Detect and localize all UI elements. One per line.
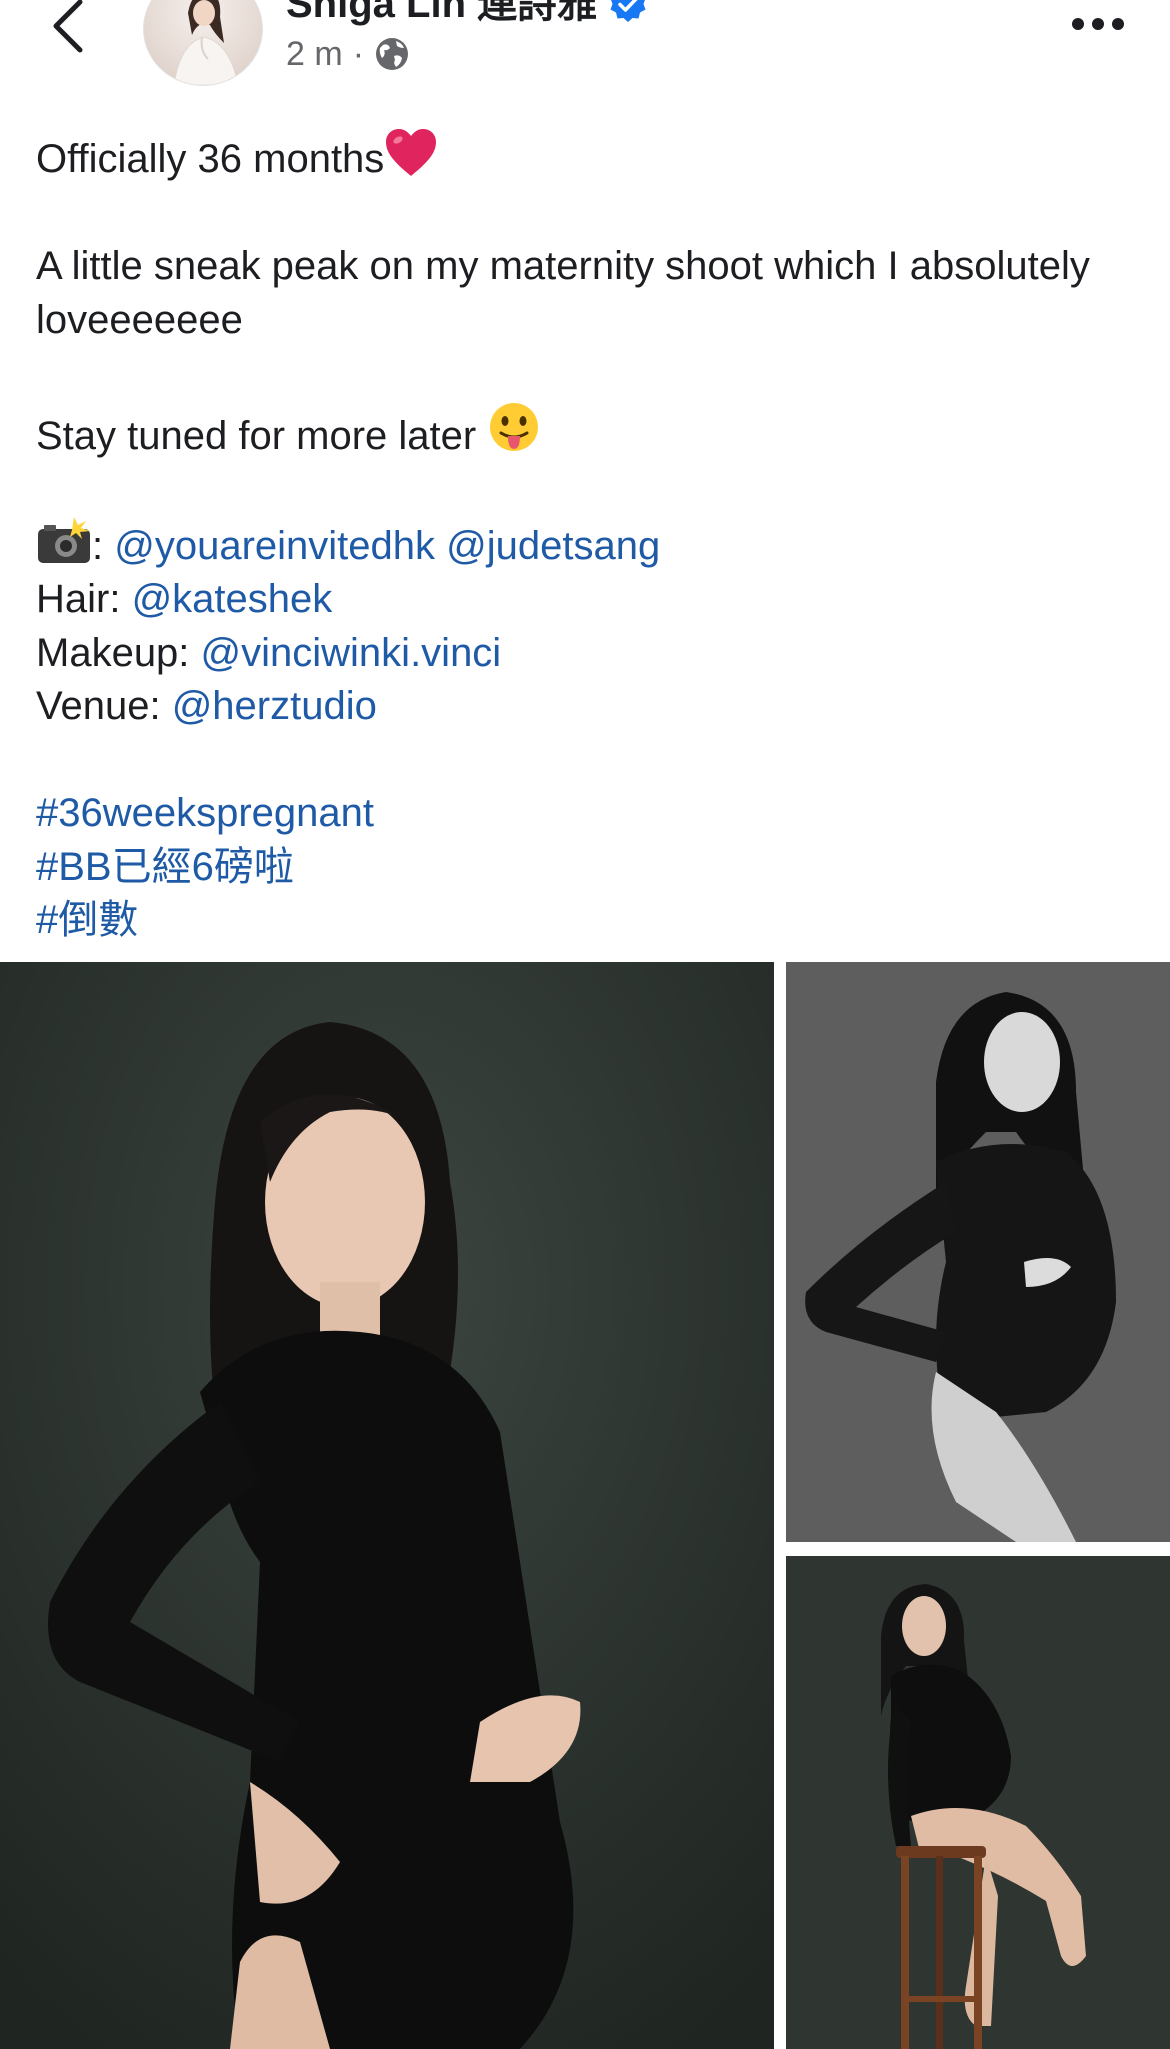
post-caption: Officially 36 months A little sneak peak… [36,128,1136,948]
credits-venue: Venue: @herztudio [36,684,377,728]
caption-line: Stay tuned for more later [36,401,1136,464]
credits-photo: : @youareinvitedhk @judetsang [36,516,1136,574]
post-header: Shiga Lin 連詩雅 2 m · [0,0,1170,110]
back-button[interactable] [40,0,100,60]
caption-line: A little sneak peak on my maternity shoo… [36,244,1090,342]
hashtag-link[interactable]: #倒數 [36,894,1136,948]
mention-link[interactable]: @vinciwinki.vinci [201,631,502,675]
verified-badge-icon [610,0,646,22]
camera-flash-icon [38,516,90,563]
mention-link[interactable]: @judetsang [446,524,660,568]
globe-icon [376,38,409,70]
credits-hair: Hair: @kateshek [36,577,333,621]
more-horizontal-icon [1072,18,1124,30]
hashtag-link[interactable]: #36weekspregnant [36,787,1136,841]
author-name-text[interactable]: Shiga Lin 連詩雅 [286,0,597,30]
post-meta: 2 m · [286,34,410,74]
mention-link[interactable]: @kateshek [132,577,333,621]
red-heart-icon [386,129,437,176]
mention-link[interactable]: @herztudio [172,684,377,728]
post-photo-bottom-right[interactable] [786,1556,1170,2049]
photo-main-image [0,962,774,2049]
photo-bottom-right-image [786,1556,1170,2049]
chevron-left-icon [53,0,83,53]
post-photo-top-right[interactable] [786,962,1170,1542]
author-name[interactable]: Shiga Lin 連詩雅 [286,0,647,30]
photo-top-right-image [786,962,1170,1542]
hashtag-link[interactable]: #BB已經6磅啦 [36,841,1136,895]
avatar[interactable] [143,0,263,86]
post-time[interactable]: 2 m [286,34,343,74]
caption-line: Officially 36 months [36,128,1136,187]
tongue-emoji-icon [490,402,539,451]
post-photo-main[interactable] [0,962,774,2049]
credits-makeup: Makeup: @vinciwinki.vinci [36,630,502,675]
more-options-button[interactable] [1066,2,1136,42]
mention-link[interactable]: @youareinvitedhk [114,524,435,568]
meta-separator: · [352,35,365,73]
